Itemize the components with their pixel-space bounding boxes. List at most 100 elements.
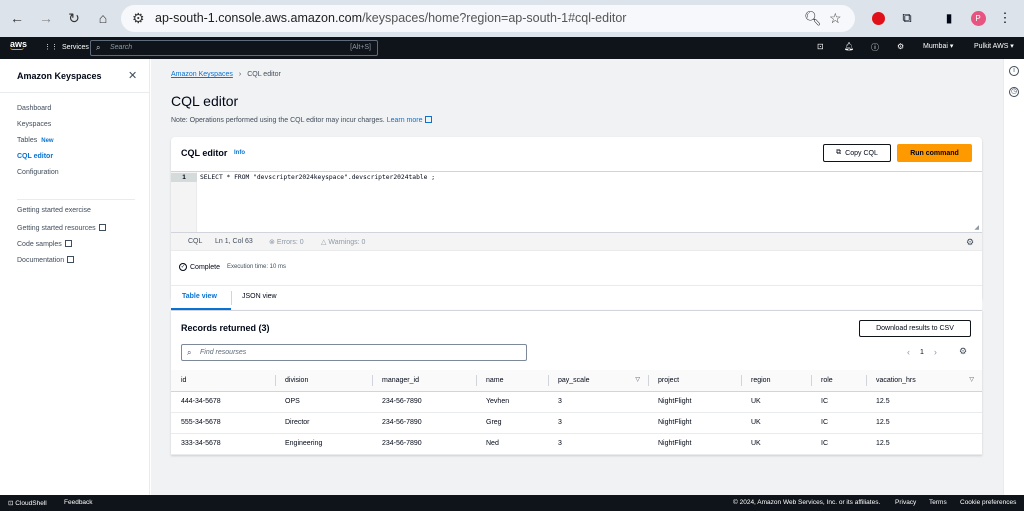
feedback-link[interactable]: Feedback [64, 499, 93, 506]
region-selector[interactable]: Mumbai ▾ [923, 42, 953, 50]
link-getting-started-exercise[interactable]: Getting started exercise [17, 207, 91, 214]
forward-arrow-icon[interactable]: → [36, 8, 56, 28]
sort-caret-icon[interactable]: ▽ [969, 376, 974, 383]
cell: 444-34-5678 [171, 391, 275, 413]
breadcrumb-link-keyspaces[interactable]: Amazon Keyspaces [171, 71, 233, 78]
cloudshell-button[interactable]: ⊡ CloudShell [8, 499, 47, 507]
page-number[interactable]: 1 [920, 349, 924, 356]
table-row[interactable]: 333-34-5678 Engineering 234-56-7890 Ned 3 Nig… [171, 433, 982, 455]
table-row[interactable]: 555-34-5678 Director 234-56-7890 Greg 3 Night… [171, 412, 982, 434]
browser-menu-icon[interactable]: ⋮ [996, 9, 1014, 27]
bookmark-star-icon[interactable]: ☆ [829, 10, 842, 27]
column-header[interactable]: region [741, 370, 811, 392]
pagination: ‹ 1 › [907, 347, 937, 357]
records-table: id division manager_id name pay_scale ▽ p… [171, 370, 982, 455]
privacy-link[interactable]: Privacy [895, 499, 916, 506]
download-csv-button[interactable]: Download results to CSV [859, 320, 971, 337]
url-path: /keyspaces/home?region=ap-south-1#cql-ed… [362, 11, 627, 25]
sidebar-item-tables[interactable]: Tables New [17, 137, 54, 144]
find-resources-input[interactable]: ⌕ Find resourses [181, 344, 527, 361]
bell-icon[interactable]: 🔔︎ [844, 42, 854, 51]
search-icon: ⌕ [96, 43, 101, 52]
services-menu[interactable]: ⋮⋮ Services [44, 43, 89, 52]
cloudshell-icon: ⊡ [8, 500, 14, 507]
sidebar-item-dashboard[interactable]: Dashboard [17, 105, 51, 112]
sidebar-item-keyspaces[interactable]: Keyspaces [17, 121, 51, 128]
cell: Yevhen [476, 391, 548, 413]
column-header[interactable]: role [811, 370, 866, 392]
history-icon[interactable]: ◷ [1009, 87, 1019, 97]
chevron-right-icon[interactable]: › [934, 347, 937, 357]
divider [231, 291, 232, 305]
sidebar-toggle-icon[interactable]: ▮ [940, 9, 958, 27]
code-editor[interactable]: 1 SELECT * FROM "devscripter2024keyspace… [171, 171, 982, 233]
code-text[interactable]: SELECT * FROM "devscripter2024keyspace".… [200, 174, 435, 181]
cell: NightFlight [648, 412, 741, 434]
breadcrumb: Amazon Keyspaces › CQL editor [171, 71, 281, 78]
link-getting-started-resources[interactable]: Getting started resources [17, 223, 106, 232]
column-header[interactable]: pay_scale ▽ [548, 370, 648, 392]
table-row[interactable]: 444-34-5678 OPS 234-56-7890 Yevhen 3 NightFli… [171, 391, 982, 413]
home-icon[interactable]: ⌂ [93, 8, 113, 28]
column-header[interactable]: manager_id [372, 370, 476, 392]
copy-cql-button[interactable]: ⧉ Copy CQL [823, 144, 891, 162]
run-command-button[interactable]: Run command [897, 144, 972, 162]
line-number: 1 [171, 173, 197, 182]
learn-more-link[interactable]: Learn more [387, 117, 423, 124]
cell: UK [741, 391, 811, 413]
link-documentation[interactable]: Documentation [17, 255, 75, 264]
close-icon[interactable]: ✕ [128, 69, 137, 82]
cell: Engineering [275, 433, 372, 455]
column-header[interactable]: project [648, 370, 741, 392]
back-arrow-icon[interactable]: ← [7, 8, 27, 28]
records-panel: Records returned (3) Download results to… [171, 310, 982, 455]
copyright-text: © 2024, Amazon Web Services, Inc. or its… [733, 499, 881, 506]
cookie-preferences-link[interactable]: Cookie preferences [960, 499, 1016, 506]
table-preferences-gear-icon[interactable]: ⚙ [959, 346, 967, 357]
cloudshell-icon[interactable]: ⊡ [817, 42, 824, 51]
terms-link[interactable]: Terms [929, 499, 947, 506]
sidebar-item-cql-editor[interactable]: CQL editor [17, 153, 53, 160]
site-info-icon[interactable]: ⚙ [132, 10, 145, 27]
aws-top-nav: aws ⋮⋮ Services ⌕ Search [Alt+S] ⊡ 🔔︎ ⓘ ⚙… [0, 37, 1024, 59]
reload-icon[interactable]: ↻ [64, 8, 84, 28]
sidebar-item-configuration[interactable]: Configuration [17, 169, 59, 176]
cell: Director [275, 412, 372, 434]
column-header[interactable]: name [476, 370, 548, 392]
column-header[interactable]: vacation_hrs ▽ [866, 370, 982, 392]
tab-json-view[interactable]: JSON view [242, 293, 277, 300]
aws-logo[interactable]: aws [10, 40, 27, 50]
warnings-count[interactable]: △ Warnings: 0 [321, 238, 365, 246]
settings-gear-icon[interactable]: ⚙ [897, 42, 904, 51]
extensions-icon[interactable]: ⧉ [898, 9, 916, 27]
right-utility-rail: i ◷ [1003, 59, 1024, 495]
help-icon[interactable]: ⓘ [871, 42, 879, 53]
column-header[interactable]: id [171, 370, 275, 392]
opera-extension-icon[interactable] [869, 9, 887, 27]
info-panel-icon[interactable]: i [1009, 66, 1019, 76]
cell: UK [741, 412, 811, 434]
info-link[interactable]: Info [234, 150, 245, 156]
external-link-icon [98, 224, 106, 231]
warning-icon: △ [321, 239, 327, 246]
column-header[interactable]: division [275, 370, 372, 392]
execution-time: Execution time: 10 ms [226, 264, 286, 270]
new-badge: New [41, 138, 54, 144]
editor-status-bar: CQL Ln 1, Col 63 ⊗ Errors: 0 △ Warnings:… [171, 233, 982, 251]
errors-count[interactable]: ⊗ Errors: 0 [269, 238, 304, 246]
cell: IC [811, 412, 866, 434]
chevron-left-icon[interactable]: ‹ [907, 347, 910, 357]
cell: Greg [476, 412, 548, 434]
sort-caret-icon[interactable]: ▽ [635, 376, 640, 383]
search-input[interactable]: ⌕ Search [Alt+S] [90, 40, 378, 56]
address-bar[interactable]: ⚙ ap-south-1.console.aws.amazon.com/keys… [121, 5, 855, 32]
resize-handle-icon[interactable]: ◢ [974, 224, 979, 231]
link-code-samples[interactable]: Code samples [17, 239, 72, 248]
editor-settings-gear-icon[interactable]: ⚙ [966, 237, 974, 248]
account-menu[interactable]: Pulkit AWS ▾ [974, 42, 1014, 50]
profile-avatar[interactable]: P [969, 9, 987, 27]
external-link-icon [64, 240, 72, 247]
tab-table-view[interactable]: Table view [182, 293, 217, 300]
zoom-icon[interactable]: 🔍︎ [804, 10, 822, 27]
cell: 3 [548, 412, 648, 434]
